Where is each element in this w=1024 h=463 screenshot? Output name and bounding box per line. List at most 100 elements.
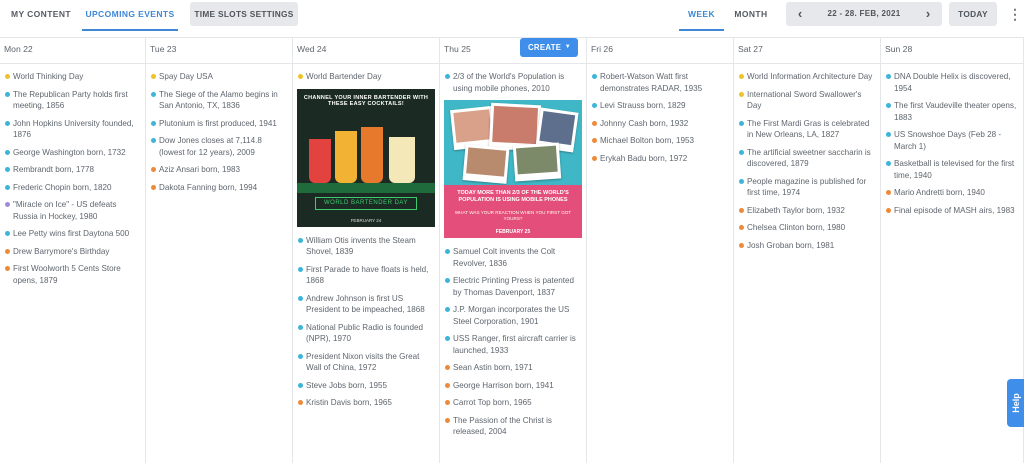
- day-column[interactable]: Sun 28 DNA Double Helix is discovered, 19…: [881, 38, 1024, 463]
- calendar-event[interactable]: John Hopkins University founded, 1876: [4, 118, 141, 141]
- calendar-event[interactable]: Spay Day USA: [150, 71, 288, 83]
- event-title: Elizabeth Taylor born, 1932: [747, 205, 845, 215]
- calendar-event[interactable]: The Republican Party holds first meeting…: [4, 89, 141, 112]
- calendar-event[interactable]: George Washington born, 1732: [4, 147, 141, 159]
- event-title: Plutonium is first produced, 1941: [159, 118, 277, 128]
- tab-my-content[interactable]: MY CONTENT: [2, 0, 80, 31]
- kebab-menu-icon[interactable]: ⋮: [1008, 4, 1022, 24]
- cocktail-glass-icon: [335, 130, 357, 183]
- event-title: The first Vaudeville theater opens, 1883: [894, 101, 1017, 122]
- calendar-event[interactable]: US Snowshoe Days (Feb 28 - March 1): [885, 129, 1019, 152]
- world-bartender-day-image[interactable]: CHANNEL YOUR INNER BARTENDER WITH THESE …: [297, 88, 435, 227]
- day-column[interactable]: Mon 22 World Thinking Day The Republican P…: [0, 38, 146, 463]
- calendar-event[interactable]: Johnny Cash born, 1932: [591, 118, 729, 130]
- calendar-event[interactable]: Levi Strauss born, 1829: [591, 100, 729, 112]
- event-color-dot-icon: [739, 225, 744, 230]
- calendar-event[interactable]: Michael Bolton born, 1953: [591, 135, 729, 147]
- event-color-dot-icon: [592, 138, 597, 143]
- view-month-tab[interactable]: MONTH: [728, 0, 774, 31]
- create-button[interactable]: CREATE ▼: [520, 38, 578, 57]
- tab-upcoming-events[interactable]: UPCOMING EVENTS: [82, 0, 178, 31]
- calendar-event[interactable]: National Public Radio is founded (NPR), …: [297, 322, 435, 345]
- calendar-event[interactable]: First Parade to have floats is held, 186…: [297, 264, 435, 287]
- calendar-event[interactable]: Dakota Fanning born, 1994: [150, 182, 288, 194]
- help-button[interactable]: Help: [1007, 379, 1024, 427]
- event-color-dot-icon: [151, 138, 156, 143]
- calendar-event[interactable]: Elizabeth Taylor born, 1932: [738, 205, 876, 217]
- calendar-event[interactable]: Final episode of MASH airs, 1983: [885, 205, 1019, 217]
- calendar-event[interactable]: Carrot Top born, 1965: [444, 397, 582, 409]
- calendar-event[interactable]: Frederic Chopin born, 1820: [4, 182, 141, 194]
- chevron-left-icon[interactable]: ‹: [789, 2, 811, 26]
- today-button[interactable]: TODAY: [949, 2, 997, 26]
- event-color-dot-icon: [886, 161, 891, 166]
- event-color-dot-icon: [151, 91, 156, 97]
- calendar-event[interactable]: World Thinking Day: [4, 71, 141, 83]
- event-color-dot-icon: [445, 382, 450, 388]
- event-title: Spay Day USA: [159, 72, 213, 81]
- calendar-event[interactable]: Kristin Davis born, 1965: [297, 397, 435, 409]
- calendar-event[interactable]: Mario Andretti born, 1940: [885, 187, 1019, 199]
- calendar-event[interactable]: 2/3 of the World's Population is using m…: [444, 71, 582, 94]
- day-column[interactable]: Sat 27 World Information Architecture Day…: [734, 38, 881, 463]
- calendar-event[interactable]: Josh Groban born, 1981: [738, 240, 876, 252]
- event-color-dot-icon: [151, 167, 156, 172]
- calendar-event[interactable]: "Miracle on Ice" - US defeats Russia in …: [4, 199, 141, 222]
- event-color-dot-icon: [298, 353, 303, 359]
- day-column[interactable]: Thu 25 CREATE ▼ 2/3 of the World's Populati…: [440, 38, 587, 463]
- calendar-event[interactable]: Robert-Watson Watt first demonstrates RA…: [591, 71, 729, 94]
- calendar-event[interactable]: William Otis invents the Steam Shovel, 1…: [297, 235, 435, 258]
- event-color-dot-icon: [886, 132, 891, 137]
- calendar-event[interactable]: The Passion of the Christ is released, 2…: [444, 415, 582, 438]
- day-header: Sun 28: [881, 38, 1023, 64]
- event-color-dot-icon: [5, 120, 10, 126]
- calendar-event[interactable]: The artificial sweetner saccharin is dis…: [738, 147, 876, 170]
- calendar-event[interactable]: World Information Architecture Day: [738, 71, 876, 83]
- event-color-dot-icon: [739, 120, 744, 126]
- chevron-right-icon[interactable]: ›: [917, 2, 939, 26]
- calendar-event[interactable]: Aziz Ansari born, 1983: [150, 164, 288, 176]
- calendar-event[interactable]: World Bartender Day: [297, 71, 435, 83]
- calendar-event[interactable]: Rembrandt born, 1778: [4, 164, 141, 176]
- calendar-event[interactable]: People magazine is published for first t…: [738, 176, 876, 199]
- day-column[interactable]: Tue 23 Spay Day USA The Siege of the Alamo…: [146, 38, 293, 463]
- calendar-event[interactable]: Chelsea Clinton born, 1980: [738, 222, 876, 234]
- calendar-event[interactable]: Electric Printing Press is patented by T…: [444, 275, 582, 298]
- calendar-event[interactable]: The Siege of the Alamo begins in San Ant…: [150, 89, 288, 112]
- view-week-tab[interactable]: WEEK: [679, 0, 724, 31]
- calendar-event[interactable]: Basketball is televised for the first ti…: [885, 158, 1019, 181]
- calendar-event[interactable]: USS Ranger, first aircraft carrier is la…: [444, 333, 582, 356]
- calendar-event[interactable]: Samuel Colt invents the Colt Revolver, 1…: [444, 246, 582, 269]
- calendar-event[interactable]: Lee Petty wins first Daytona 500: [4, 228, 141, 240]
- mobile-phones-image[interactable]: TODAY MORE THAN 2/3 OF THE WORLD'S POPUL…: [444, 100, 582, 238]
- event-title: Lee Petty wins first Daytona 500: [13, 229, 130, 238]
- event-color-dot-icon: [5, 167, 10, 172]
- event-title: Erykah Badu born, 1972: [600, 153, 688, 163]
- event-title: The Passion of the Christ is released, 2…: [453, 415, 552, 437]
- calendar-event[interactable]: The first Vaudeville theater opens, 1883: [885, 100, 1019, 123]
- calendar-event[interactable]: Plutonium is first produced, 1941: [150, 118, 288, 130]
- cocktail-glass-icon: [309, 138, 331, 183]
- calendar-event[interactable]: Dow Jones closes at 7,114.8 (lowest for …: [150, 135, 288, 158]
- event-color-dot-icon: [151, 74, 156, 79]
- calendar-event[interactable]: President Nixon visits the Great Wall of…: [297, 351, 435, 374]
- calendar-event[interactable]: Erykah Badu born, 1972: [591, 153, 729, 165]
- day-header: Tue 23: [146, 38, 292, 64]
- calendar-event[interactable]: DNA Double Helix is discovered, 1954: [885, 71, 1019, 94]
- calendar-event[interactable]: J.P. Morgan incorporates the US Steel Co…: [444, 304, 582, 327]
- calendar-event[interactable]: The First Mardi Gras is celebrated in Ne…: [738, 118, 876, 141]
- event-list: DNA Double Helix is discovered, 1954 The …: [881, 64, 1023, 216]
- day-column[interactable]: Fri 26 Robert-Watson Watt first demonstra…: [587, 38, 734, 463]
- calendar-event[interactable]: International Sword Swallower's Day: [738, 89, 876, 112]
- calendar-event[interactable]: Drew Barrymore's Birthday: [4, 246, 141, 258]
- event-title: The Siege of the Alamo begins in San Ant…: [159, 89, 278, 111]
- event-title: The First Mardi Gras is celebrated in Ne…: [747, 118, 870, 140]
- day-column[interactable]: Wed 24 World Bartender Day CHANNEL YOUR IN…: [293, 38, 440, 463]
- time-slots-settings-button[interactable]: TIME SLOTS SETTINGS: [190, 2, 298, 26]
- calendar-event[interactable]: Sean Astin born, 1971: [444, 362, 582, 374]
- calendar-event[interactable]: First Woolworth 5 Cents Store opens, 187…: [4, 263, 141, 286]
- calendar-event[interactable]: Andrew Johnson is first US President to …: [297, 293, 435, 316]
- calendar-event[interactable]: George Harrison born, 1941: [444, 380, 582, 392]
- event-color-dot-icon: [151, 120, 156, 126]
- calendar-event[interactable]: Steve Jobs born, 1955: [297, 380, 435, 392]
